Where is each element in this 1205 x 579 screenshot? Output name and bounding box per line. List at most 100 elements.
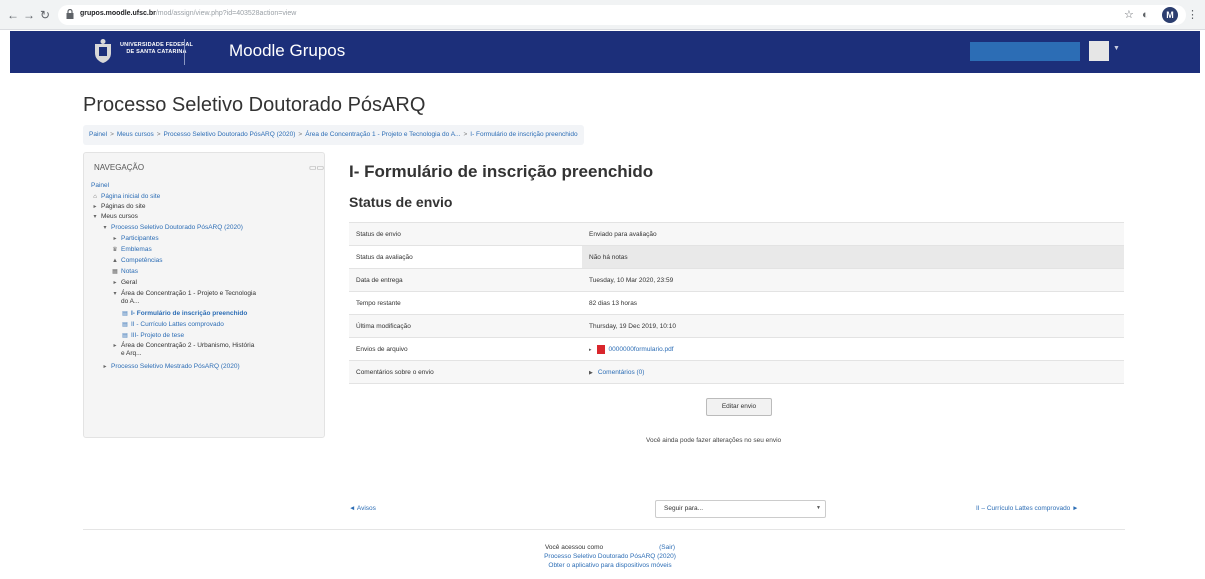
nav-item-course-doutorado[interactable]: ▾ Processo Seletivo Doutorado PósARQ (202… <box>101 224 242 232</box>
nav-item-badges[interactable]: ♛ Emblemas <box>111 246 151 254</box>
row-value: 82 dias 13 horas <box>582 291 1124 315</box>
reload-icon[interactable]: ↻ <box>38 8 52 22</box>
chevron-down-icon: ▾ <box>93 214 97 220</box>
nav-item-participants[interactable]: ▸ Participantes <box>111 235 158 243</box>
forward-arrow-icon[interactable]: → <box>22 8 36 22</box>
nav-item-projeto[interactable]: ▤ III- Projeto de tese <box>121 332 184 340</box>
chevron-down-icon: ▾ <box>113 291 117 297</box>
table-row: Comentários sobre o envio ▶ Comentários (… <box>349 360 1124 384</box>
row-value: Thursday, 19 Dec 2019, 10:10 <box>582 314 1124 338</box>
chevron-right-icon[interactable]: ▶ <box>589 370 593 376</box>
block-actions-icon[interactable]: ▭▭ <box>309 163 324 172</box>
comments-link[interactable]: Comentários (0) <box>598 369 645 376</box>
breadcrumb-item[interactable]: Meus cursos <box>117 131 154 138</box>
nav-item-competencies[interactable]: ▲ Competências <box>111 257 163 265</box>
footer-course-link[interactable]: Processo Seletivo Doutorado PósARQ (2020… <box>544 553 676 560</box>
tree-toggle-icon[interactable]: ▸ <box>589 347 592 353</box>
table-row: Última modificação Thursday, 19 Dec 2019… <box>349 314 1124 338</box>
submitted-file-link[interactable]: 0000000formulario.pdf <box>609 346 674 353</box>
page-footer: Você acessou como (Sair) Processo Seletiv… <box>480 543 740 570</box>
nav-item-site-home[interactable]: ⌂ Página inicial do site <box>91 193 160 201</box>
lock-icon <box>66 9 74 19</box>
table-row: Tempo restante 82 dias 13 horas <box>349 291 1124 315</box>
chevron-right-icon: ▸ <box>113 343 117 349</box>
nav-item-curriculo[interactable]: ▤ II - Currículo Lattes comprovado <box>121 321 224 329</box>
navigation-block: NAVEGAÇÃO ▭▭ Painel ⌂ Página inicial do s… <box>83 152 325 438</box>
university-name: UNIVERSIDADE FEDERAL DE SANTA CATARINA <box>120 42 194 55</box>
trophy-icon: ♛ <box>112 247 118 253</box>
nav-item-formulario[interactable]: ▤ I- Formulário de inscrição preenchido <box>121 310 247 318</box>
assignment-icon: ▤ <box>122 322 128 328</box>
row-value: Não há notas <box>582 245 1124 269</box>
table-row: Status da avaliação Não há notas <box>349 245 1124 269</box>
navbar-divider <box>184 39 185 65</box>
table-row: Status de envio Enviado para avaliação <box>349 222 1124 246</box>
site-navbar: UNIVERSIDADE FEDERAL DE SANTA CATARINA M… <box>10 31 1200 73</box>
row-value: Tuesday, 10 Mar 2020, 23:59 <box>582 268 1124 292</box>
navigation-title: NAVEGAÇÃO <box>94 163 145 172</box>
row-value: Enviado para avaliação <box>582 222 1124 246</box>
chevron-right-icon: ▸ <box>103 364 107 370</box>
breadcrumb-item[interactable]: Processo Seletivo Doutorado PósARQ (2020… <box>164 131 296 138</box>
star-icon[interactable]: ☆ <box>1124 8 1134 22</box>
row-label: Última modificação <box>349 314 582 338</box>
row-label: Tempo restante <box>349 291 582 315</box>
previous-activity-link[interactable]: ◄ Avisos <box>349 505 376 512</box>
back-arrow-icon[interactable]: ← <box>6 8 20 22</box>
row-label: Comentários sobre o envio <box>349 360 582 384</box>
nav-item-my-courses[interactable]: ▾ Meus cursos <box>91 213 137 221</box>
submission-status-table: Status de envio Enviado para avaliação S… <box>349 222 1124 384</box>
table-row: Envios de arquivo ▸ 0000000formulario.pdf <box>349 337 1124 361</box>
user-menu-name[interactable] <box>970 42 1080 61</box>
nav-item-area-2[interactable]: ▸ Área de Concentração 2 - Urbanismo, His… <box>111 342 254 358</box>
table-row: Data de entrega Tuesday, 10 Mar 2020, 23… <box>349 268 1124 292</box>
logged-in-text: Você acessou como <box>544 544 604 551</box>
chevron-down-icon: ▼ <box>816 505 821 511</box>
home-icon: ⌂ <box>93 194 97 200</box>
profile-avatar[interactable]: M <box>1162 7 1178 23</box>
address-bar[interactable]: grupos.moodle.ufsc.br/mod/assign/view.ph… <box>58 5 1186 25</box>
extension-icon[interactable]: ◐ <box>1142 8 1149 22</box>
nav-item-course-mestrado[interactable]: ▸ Processo Seletivo Mestrado PósARQ (2020… <box>101 363 239 371</box>
nav-item-grades[interactable]: ▦ Notas <box>111 268 138 276</box>
footer-divider <box>83 529 1125 530</box>
nav-item-area-1[interactable]: ▾ Área de Concentração 1 - Projeto e Tecn… <box>111 290 256 306</box>
competency-icon: ▲ <box>112 258 118 264</box>
chevron-right-icon: ▸ <box>93 204 97 210</box>
url-text: grupos.moodle.ufsc.br/mod/assign/view.ph… <box>80 10 297 17</box>
next-activity-link[interactable]: II – Currículo Lattes comprovado ► <box>976 505 1079 512</box>
user-avatar[interactable] <box>1089 41 1109 61</box>
edit-submission-note: Você ainda pode fazer alterações no seu … <box>646 437 782 444</box>
row-label: Data de entrega <box>349 268 582 292</box>
chevron-down-icon: ▾ <box>103 225 107 231</box>
jump-to-selected: Seguir para... <box>664 505 704 512</box>
chevron-down-icon[interactable]: ▼ <box>1113 45 1120 52</box>
assignment-icon: ▤ <box>122 311 128 317</box>
browser-toolbar: ← → ↻ grupos.moodle.ufsc.br/mod/assign/v… <box>0 0 1205 30</box>
nav-item-general[interactable]: ▸ Geral <box>111 279 136 287</box>
university-crest-icon <box>95 39 111 63</box>
menu-dots-icon[interactable]: ⋮ <box>1187 8 1198 22</box>
assignment-icon: ▤ <box>122 333 128 339</box>
chevron-right-icon: ▸ <box>113 236 117 242</box>
site-name[interactable]: Moodle Grupos <box>229 41 345 61</box>
breadcrumb-item[interactable]: I- Formulário de inscrição preenchido <box>470 131 577 138</box>
jump-to-select[interactable]: Seguir para... ▼ <box>655 500 826 518</box>
page-title: Processo Seletivo Doutorado PósARQ <box>83 94 426 116</box>
table-icon: ▦ <box>112 269 118 275</box>
breadcrumb-item[interactable]: Painel <box>89 131 107 138</box>
row-label: Status da avaliação <box>349 245 582 269</box>
breadcrumb: Painel > Meus cursos > Processo Seletivo Dou… <box>83 125 584 145</box>
row-label: Status de envio <box>349 222 582 246</box>
chevron-right-icon: ▸ <box>113 280 117 286</box>
nav-item-site-pages[interactable]: ▸ Páginas do site <box>91 203 145 211</box>
row-value: ▸ 0000000formulario.pdf <box>582 337 1124 361</box>
nav-item-painel[interactable]: Painel <box>91 182 109 190</box>
row-value: ▶ Comentários (0) <box>582 360 1124 384</box>
mobile-app-link[interactable]: Obter o aplicativo para dispositivos móv… <box>548 562 671 569</box>
pdf-file-icon <box>596 344 605 354</box>
logout-link[interactable]: (Sair) <box>659 544 675 551</box>
row-label: Envios de arquivo <box>349 337 582 361</box>
breadcrumb-item[interactable]: Área de Concentração 1 - Projeto e Tecno… <box>305 131 460 138</box>
edit-submission-button[interactable]: Editar envio <box>706 398 772 416</box>
